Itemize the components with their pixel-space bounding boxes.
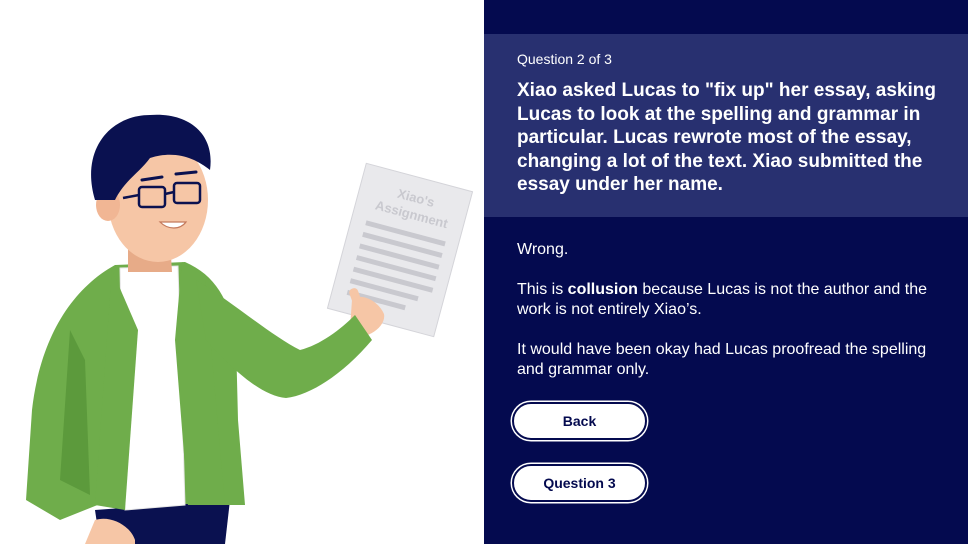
- question-counter: Question 2 of 3: [517, 51, 612, 67]
- back-button[interactable]: Back: [512, 402, 647, 440]
- quiz-screen: Xiao's Assignment Question 2 of 3 Xiao a…: [0, 0, 968, 544]
- feedback: Wrong. This is collusion because Lucas i…: [517, 240, 947, 380]
- next-question-button[interactable]: Question 3: [512, 464, 647, 502]
- explanation-term: collusion: [567, 281, 638, 298]
- illustration: Xiao's Assignment: [0, 0, 484, 544]
- quiz-panel: Question 2 of 3 Xiao asked Lucas to "fix…: [484, 0, 968, 544]
- feedback-explanation: This is collusion because Lucas is not t…: [517, 280, 947, 320]
- feedback-verdict: Wrong.: [517, 241, 569, 258]
- question-text: Xiao asked Lucas to "fix up" her essay, …: [517, 80, 936, 195]
- student-holding-paper-illustration: Xiao's Assignment: [26, 114, 474, 544]
- explanation-prefix: This is: [517, 281, 568, 298]
- feedback-note: It would have been okay had Lucas proofr…: [517, 341, 927, 378]
- assignment-paper: Xiao's Assignment: [326, 162, 474, 338]
